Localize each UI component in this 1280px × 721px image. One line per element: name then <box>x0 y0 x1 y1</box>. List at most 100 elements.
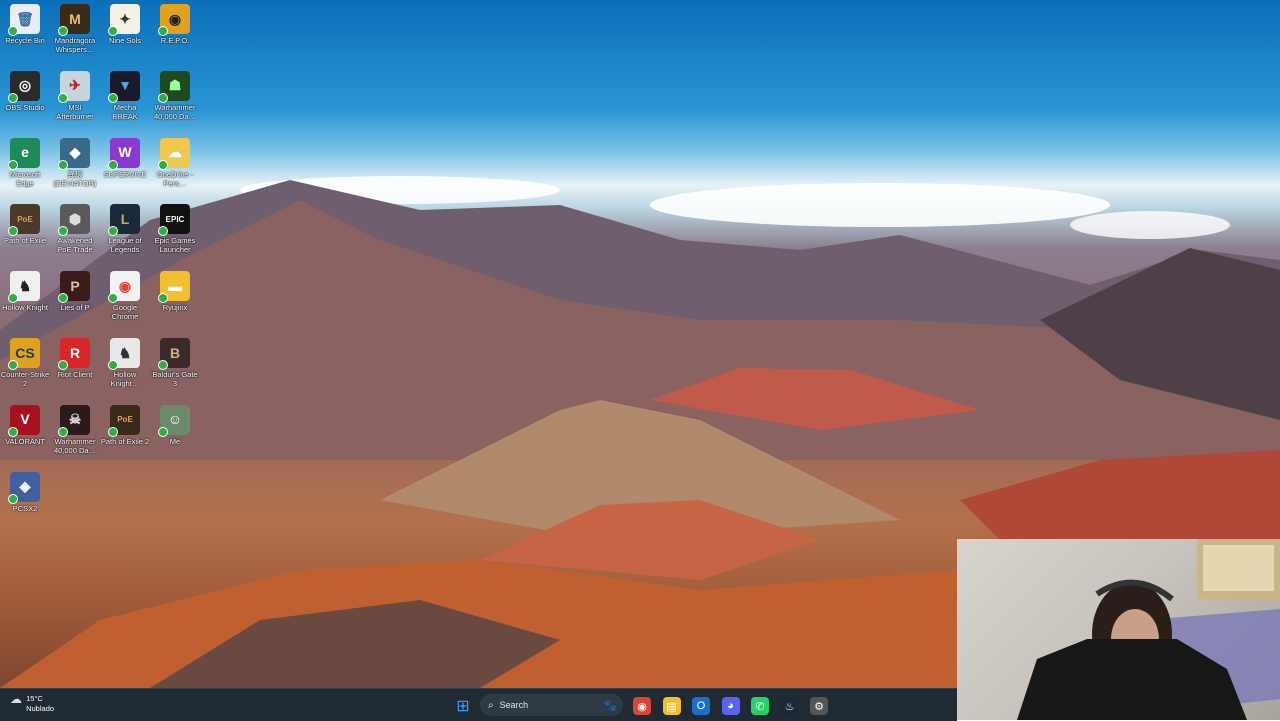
sync-status-icon <box>108 26 118 36</box>
weather-widget[interactable]: ☁ 15°C Nublado <box>10 693 54 714</box>
desktop-icon[interactable]: e Microsoft Edge <box>0 134 50 188</box>
search-placeholder: Search <box>499 700 529 710</box>
app-icon: M <box>58 4 90 36</box>
desktop-icon[interactable]: M Mandragora Whispers… <box>50 0 100 54</box>
sync-status-icon <box>8 92 18 103</box>
app-icon: ◆ <box>58 137 90 170</box>
desktop-icon[interactable]: PoE Path of Exile <box>0 200 50 245</box>
chrome-icon: ◉ <box>633 697 651 715</box>
desktop-icon-label: Path of Exile <box>3 236 47 246</box>
desktop-icon-label: MSI Afterburner <box>56 102 94 121</box>
desktop-icon-label: PCSX2 <box>12 503 38 513</box>
desktop-icon[interactable]: ♞ Hollow Knight… <box>100 334 150 388</box>
app-icon: W <box>108 137 140 170</box>
desktop-icon[interactable]: ◉ R.E.P.O. <box>150 0 200 45</box>
app-icon: ⚙ <box>810 697 828 715</box>
desktop-icon[interactable]: ☺ Me <box>150 401 200 446</box>
whatsapp-icon: ✆ <box>751 697 769 715</box>
windows-icon: ⊞ <box>456 698 470 715</box>
desktop-icon-label: OneDrive - Pers… <box>156 169 194 188</box>
desktop-icon[interactable]: P Lies of P <box>50 267 100 312</box>
app-icon: e <box>8 137 40 170</box>
sync-status-icon <box>58 426 68 437</box>
desktop-icon[interactable]: ◉ Google Chrome <box>100 267 150 321</box>
app-icon: ☠ <box>58 404 90 437</box>
desktop-icon[interactable]: EPIC Epic Games Launcher <box>150 200 200 254</box>
app-icon: ☺ <box>158 404 190 437</box>
desktop-icon[interactable]: CS Counter-Strike 2 <box>0 334 50 388</box>
search-box[interactable]: ⌕ Search 🐾 <box>480 694 623 716</box>
taskbar-outlook[interactable]: O <box>690 695 712 717</box>
sync-status-icon <box>58 226 68 237</box>
desktop-icon[interactable]: ⬢ Awakened PoE Trade <box>50 200 100 254</box>
sync-status-icon <box>108 226 118 237</box>
taskbar-whatsapp[interactable]: ✆ <box>749 695 771 717</box>
sync-status-icon <box>58 360 68 370</box>
desktop-icon[interactable]: ▬ Ryujinx <box>150 267 200 312</box>
desktop-icon-label: Hollow Knight… <box>110 370 140 388</box>
desktop-icon-label: Mecha BREAK <box>112 102 138 121</box>
desktop-icon[interactable]: ◎ OBS Studio <box>0 67 50 112</box>
sync-status-icon <box>108 426 118 437</box>
desktop-icon[interactable]: ☁ OneDrive - Pers… <box>150 134 200 188</box>
desktop-icon[interactable]: V VALORANT <box>0 401 50 446</box>
sync-status-icon <box>58 293 68 304</box>
taskbar-file-explorer[interactable]: ▤ <box>661 695 683 717</box>
app-icon: P <box>58 271 90 304</box>
start-button[interactable]: ⊞ <box>452 695 474 717</box>
sync-status-icon <box>108 360 118 370</box>
desktop-icon-label: Warhammer 40,000 Da… <box>153 102 197 121</box>
outlook-icon: O <box>692 697 710 715</box>
desktop-icon-label: Warhammer 40,000 Da… <box>53 436 97 455</box>
search-highlight-icon: 🐾 <box>603 699 617 712</box>
app-icon: ☁ <box>158 137 190 170</box>
desktop-icon[interactable]: ▼ Mecha BREAK <box>100 67 150 121</box>
desktop-icon[interactable]: ♞ Hollow Knight <box>0 267 50 312</box>
sync-status-icon <box>108 293 118 304</box>
desktop-icon[interactable]: L League of Legends <box>100 200 150 254</box>
app-icon: PoE <box>108 404 140 437</box>
webcam-overlay <box>957 539 1280 720</box>
app-icon: ♞ <box>108 338 140 370</box>
desktop-icon-label: Me <box>169 436 181 446</box>
sync-status-icon <box>158 293 168 304</box>
desktop-icon-label: Google Chrome <box>111 303 139 322</box>
app-icon: EPIC <box>158 204 190 237</box>
taskbar-app[interactable]: ⚙ <box>808 695 830 717</box>
taskbar-discord[interactable]: ◕ <box>720 695 742 717</box>
desktop-icon-label: Awakened PoE Trade <box>57 236 93 255</box>
app-icon: ▼ <box>108 70 140 103</box>
desktop-icon[interactable]: B Baldur's Gate 3 <box>150 334 200 388</box>
taskbar-chrome[interactable]: ◉ <box>631 695 653 717</box>
desktop-icon[interactable]: ◆ 異環 (DEVIATOR) <box>50 134 100 188</box>
app-icon: ☗ <box>158 70 190 103</box>
desktop-icon-label: Ryujinx <box>162 303 188 313</box>
desktop-icon[interactable]: ◈ PCSX2 <box>0 468 50 513</box>
sync-status-icon <box>58 159 68 170</box>
discord-icon: ◕ <box>721 697 740 715</box>
sync-status-icon <box>8 493 18 504</box>
desktop-icon-label: Path of Exile 2 <box>100 436 150 446</box>
sync-status-icon <box>108 159 118 170</box>
desktop-icon[interactable]: R Riot Client <box>50 334 100 379</box>
desktop-icon-label: Counter-Strike 2 <box>0 370 50 388</box>
desktop-icon[interactable]: ✈ MSI Afterburner <box>50 67 100 121</box>
app-icon: ♞ <box>8 271 40 304</box>
desktop-icon[interactable]: 🗑 Recycle Bin <box>0 0 50 45</box>
desktop-icon[interactable]: W SUPERVIVE <box>100 134 150 179</box>
app-icon: R <box>58 338 90 370</box>
app-icon: ◉ <box>108 271 140 304</box>
app-icon: ◎ <box>8 70 40 103</box>
desktop-icon-label: 異環 (DEVIATOR) <box>53 169 97 188</box>
desktop-icon[interactable]: PoE Path of Exile 2 <box>100 401 150 446</box>
desktop-icon[interactable]: ✦ Nine Sols <box>100 0 150 45</box>
desktop-icon[interactable]: ☠ Warhammer 40,000 Da… <box>50 401 100 455</box>
file-explorer-icon: ▤ <box>662 697 681 715</box>
desktop-icon-label: OBS Studio <box>5 102 45 112</box>
desktop-icon-label: Hollow Knight <box>2 303 48 313</box>
desktop-icon[interactable]: ☗ Warhammer 40,000 Da… <box>150 67 200 121</box>
search-icon: ⌕ <box>488 699 494 711</box>
app-icon: ◉ <box>158 4 190 36</box>
sync-status-icon <box>8 226 18 237</box>
taskbar-steam[interactable]: ♨ <box>779 695 801 717</box>
